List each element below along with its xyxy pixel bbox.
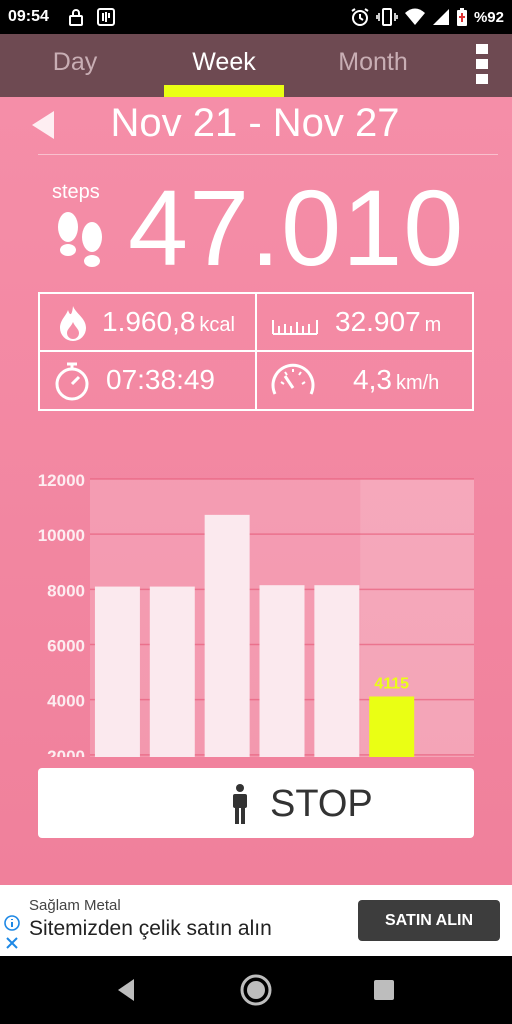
stop-button-label: STOP [270,783,373,825]
chart-ytick-label: 6000 [47,637,85,656]
vibration-app-icon [97,8,115,26]
calories-stat: 1.960,8 kcal [40,294,255,350]
main-content: Nov 21 - Nov 27 steps 47.010 1.960,8 kcal… [0,97,512,885]
overflow-menu-button[interactable] [476,44,490,84]
lock-icon [69,9,83,26]
flame-icon [60,306,86,341]
tab-day[interactable]: Day [0,34,150,97]
vibrate-icon [376,8,398,26]
ad-brand: Sağlam Metal [29,897,121,914]
menu-dot [476,44,488,54]
chart-data-label: 4115 [374,675,409,692]
calories-unit: kcal [199,314,235,336]
speed-unit: km/h [395,372,440,394]
chart-bar [204,514,250,757]
battery-level: %92 [473,8,504,26]
total-steps-value: 47.010 [128,167,465,288]
chart-ytick-label: 8000 [47,581,85,600]
distance-value-group: 32.907 m [335,306,441,338]
battery-icon [456,8,467,26]
ruler-icon [272,320,318,335]
person-standing-icon [233,784,247,824]
distance-unit: m [424,314,442,336]
alarm-icon [351,8,369,26]
chart-bar [314,585,360,757]
ad-banner[interactable]: Sağlam Metal Sitemizden çelik satın alın… [0,885,512,956]
calories-value: 1.960,8 [102,306,196,337]
tab-month[interactable]: Month [298,34,448,97]
stats-grid: 1.960,8 kcal 32.907 m 07:38:49 4,3 km/h [38,292,474,411]
weekly-steps-chart: 1200010000800060004000200011/21222324252… [38,471,474,757]
home-nav-icon[interactable] [239,973,273,1007]
speed-value-group: 4,3 km/h [353,364,439,396]
status-time: 09:54 [8,8,49,25]
navigation-bar [0,956,512,1024]
previous-week-button[interactable] [28,109,58,141]
duration-value: 07:38:49 [106,364,215,395]
chart-bar [259,585,305,757]
chart-bar [94,586,140,757]
distance-stat: 32.907 m [257,294,472,350]
duration-stat: 07:38:49 [40,352,255,408]
ad-cta-button[interactable]: SATIN ALIN [358,900,500,941]
active-tab-indicator [164,85,284,97]
speed-stat: 4,3 km/h [257,352,472,408]
chart-bar [369,696,415,757]
signal-icon [432,9,449,25]
ad-text[interactable]: Sitemizden çelik satın alın [29,917,272,941]
chart-ytick-label: 10000 [38,526,85,545]
ad-info-icon[interactable] [4,915,20,931]
steps-label: steps [52,181,100,203]
divider [38,154,498,155]
calories-value-group: 1.960,8 kcal [102,306,235,338]
status-icons: %92 [350,7,504,27]
recents-nav-icon[interactable] [367,973,401,1007]
speed-value: 4,3 [353,364,392,395]
menu-dot [476,74,488,84]
wifi-icon [404,8,425,25]
chart-ytick-label: 4000 [47,692,85,711]
ad-close-icon[interactable] [4,935,20,951]
chart-ytick-label: 12000 [38,471,85,490]
chart-ytick-label: 2000 [47,747,85,757]
chart-bar [149,586,195,757]
stopwatch-icon [55,362,89,401]
footprints-icon [58,212,102,267]
menu-dot [476,59,488,69]
week-range-title: Nov 21 - Nov 27 [110,101,400,145]
stop-button[interactable]: STOP [38,768,474,838]
speedometer-icon [271,363,315,395]
distance-value: 32.907 [335,306,421,337]
status-bar: 09:54 %92 [0,0,512,34]
back-nav-icon[interactable] [110,973,144,1007]
